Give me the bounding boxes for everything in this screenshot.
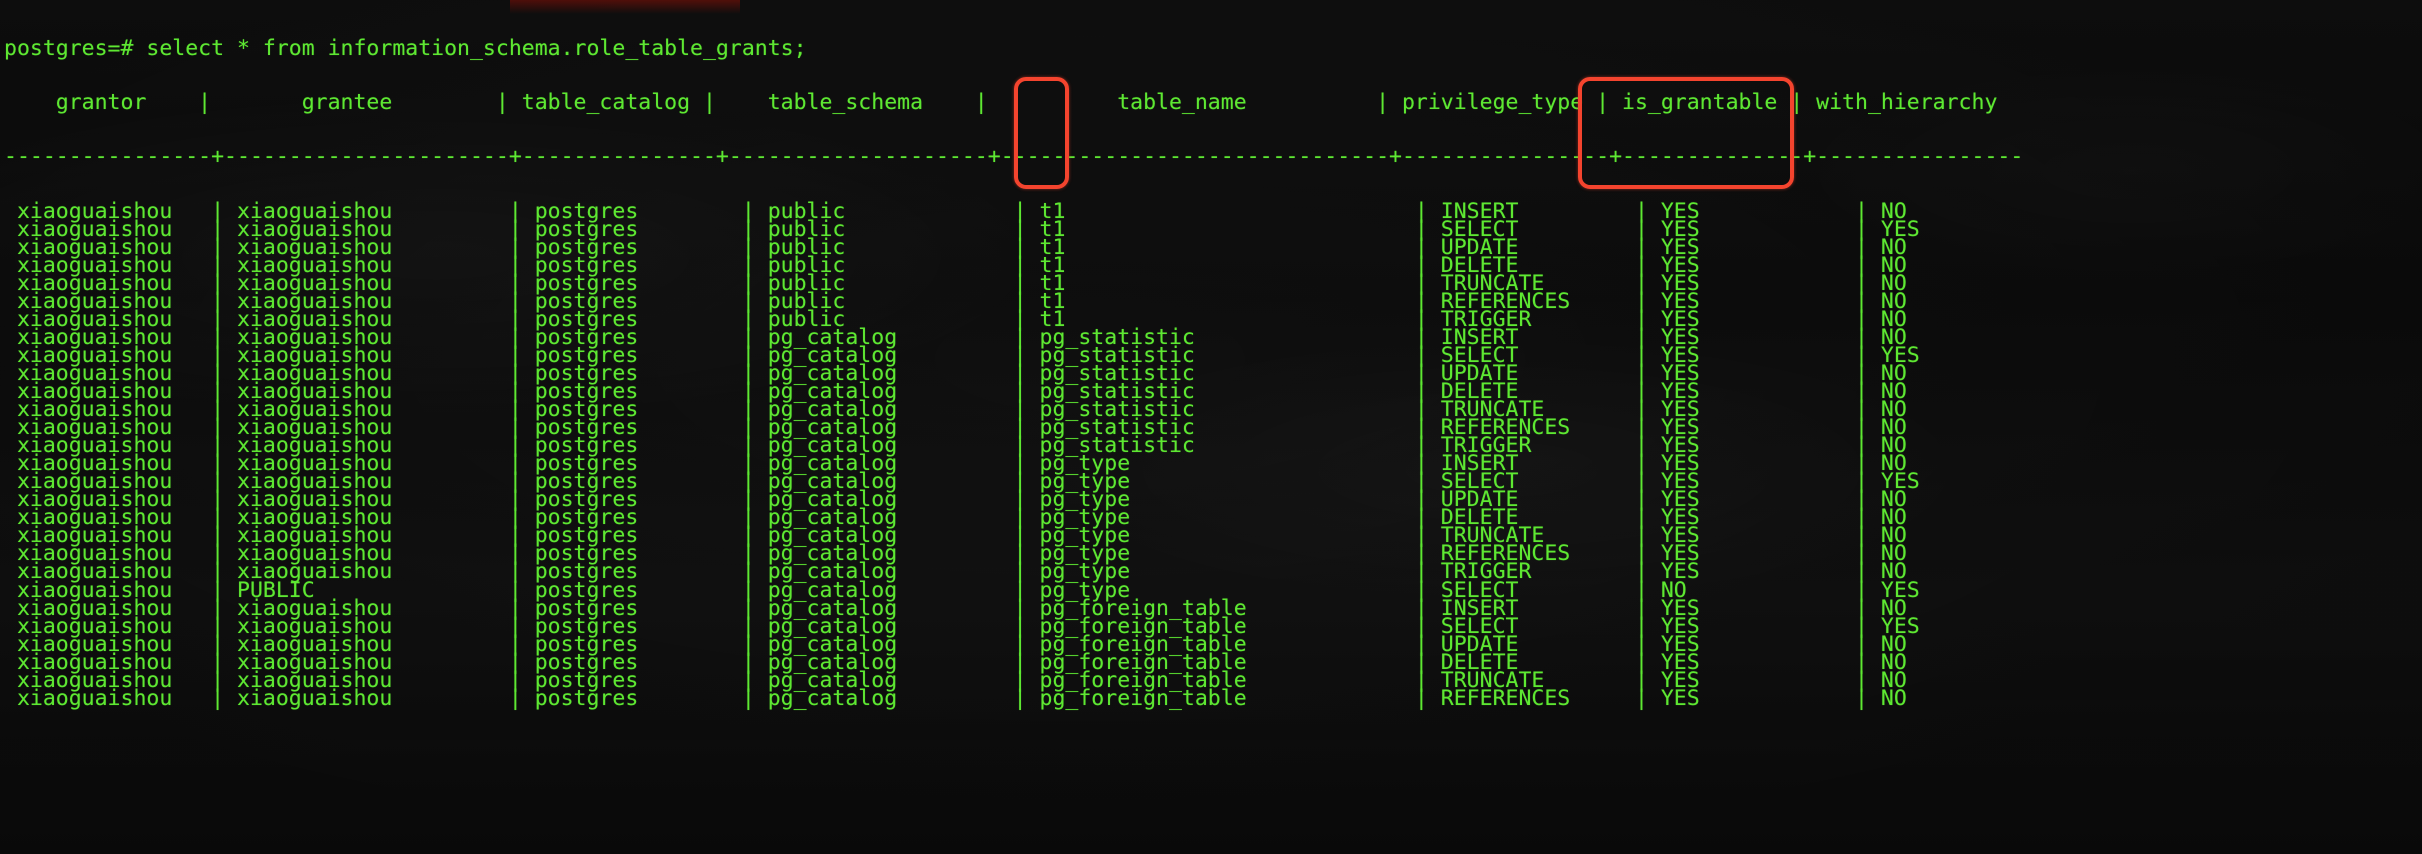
table-body: xiaoguaishou | xiaoguaishou | postgres |… <box>4 200 2422 711</box>
table-header-separator: ----------------+----------------------+… <box>4 144 2024 170</box>
command-prompt-line: postgres=# select * from information_sch… <box>4 36 807 62</box>
table-row: xiaoguaishou | xiaoguaishou | postgres |… <box>4 685 2063 711</box>
terminal-window[interactable]: postgres=# select * from information_sch… <box>0 0 2422 854</box>
terminal-output: postgres=# select * from information_sch… <box>4 4 2422 744</box>
table-header-row: grantor | grantee | table_catalog | tabl… <box>4 90 1998 116</box>
